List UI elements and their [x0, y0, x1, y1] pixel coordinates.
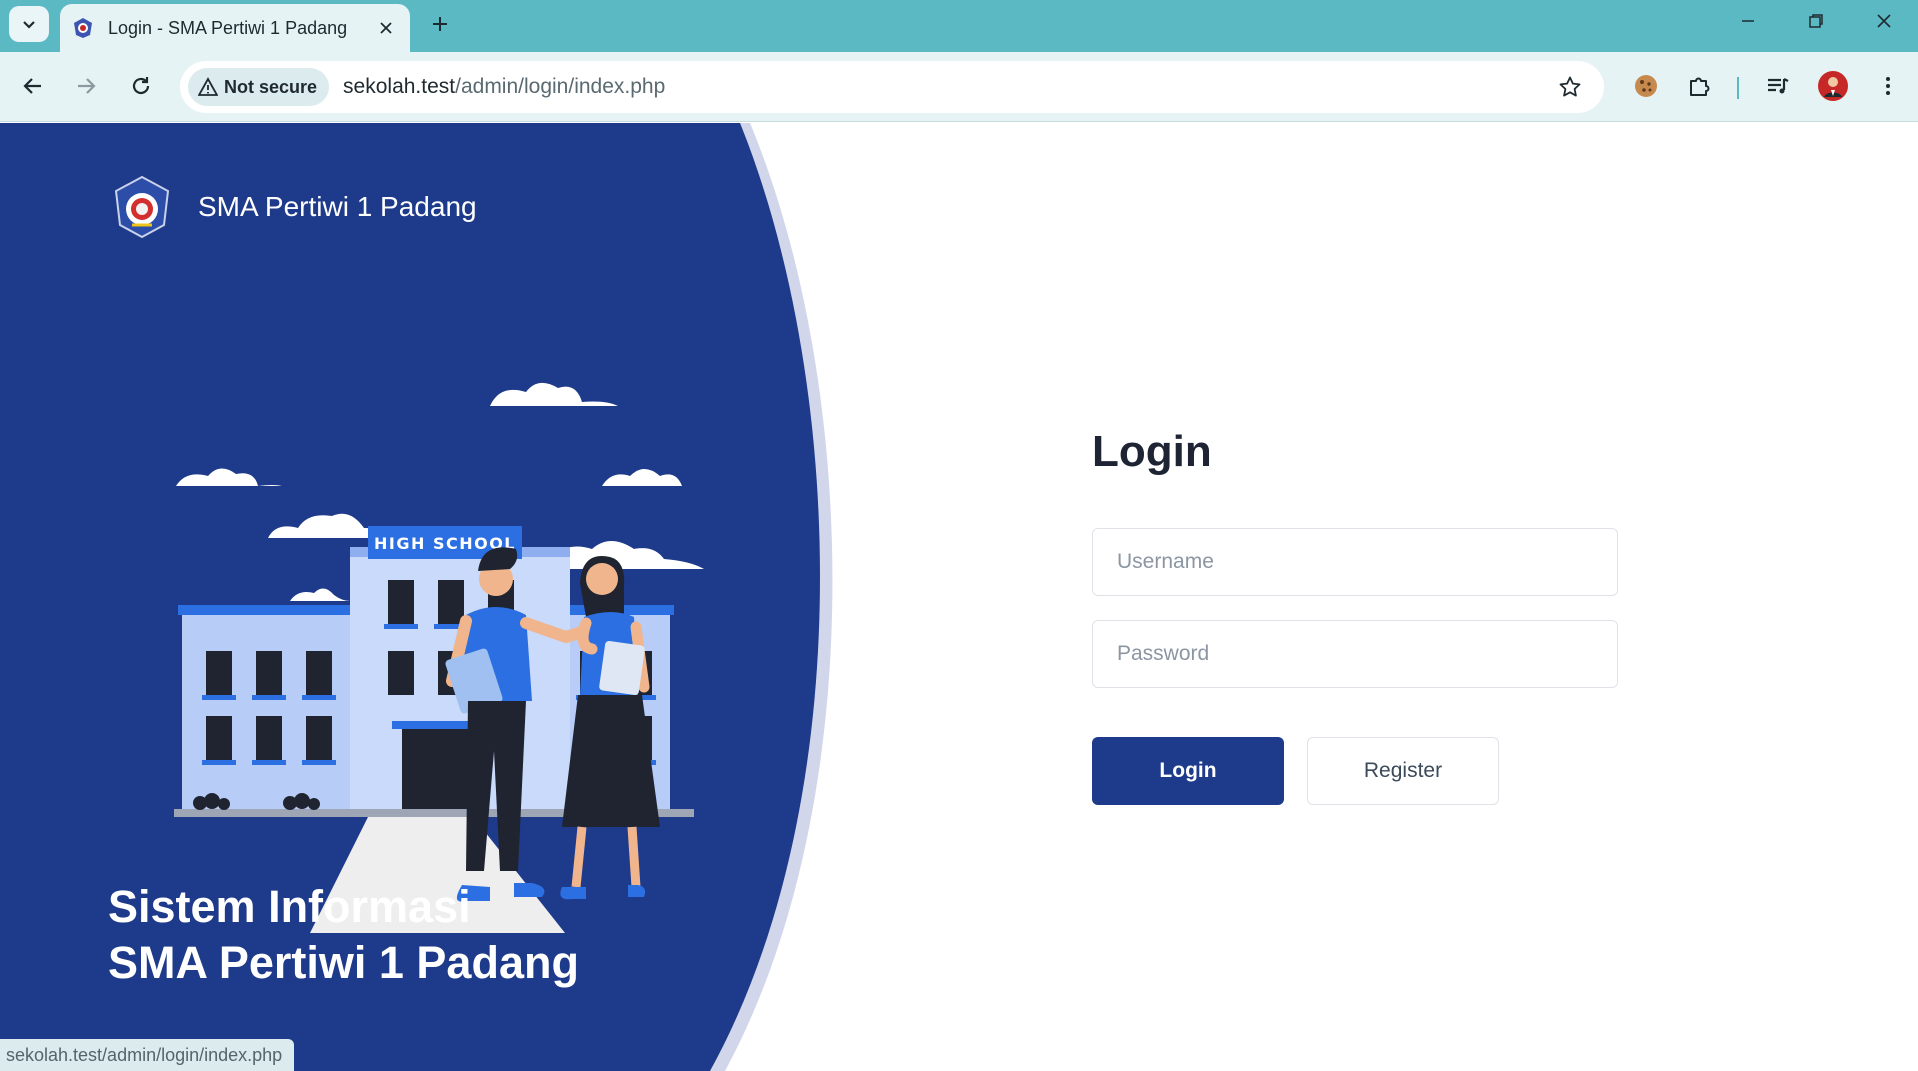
plus-icon — [433, 17, 447, 31]
password-input[interactable] — [1092, 620, 1618, 688]
restore-icon — [1809, 14, 1823, 28]
tab-title: Login - SMA Pertiwi 1 Padang — [108, 17, 348, 38]
url-host: sekolah.test — [343, 75, 456, 98]
minimize-button[interactable] — [1714, 0, 1782, 42]
username-input[interactable] — [1092, 528, 1618, 596]
school-logo-icon — [114, 175, 170, 239]
profile-avatar-button[interactable] — [1813, 66, 1853, 106]
toolbar-separator — [1737, 77, 1739, 99]
close-tab-icon[interactable] — [374, 16, 398, 40]
hero-title-line-2: SMA Pertiwi 1 Padang — [108, 937, 579, 988]
login-button[interactable]: Login — [1092, 737, 1284, 805]
forward-button[interactable] — [65, 65, 107, 107]
avatar — [1818, 71, 1848, 101]
restore-button[interactable] — [1782, 0, 1850, 42]
chevron-down-icon — [23, 21, 35, 29]
warning-icon — [198, 77, 218, 96]
puzzle-icon — [1690, 77, 1710, 96]
browser-toolbar: Not secure sekolah.test/admin/login/inde… — [0, 52, 1918, 122]
address-bar[interactable]: Not secure sekolah.test/admin/login/inde… — [180, 61, 1604, 113]
login-heading: Login — [1092, 427, 1212, 476]
browser-tab-active[interactable]: Login - SMA Pertiwi 1 Padang — [60, 4, 410, 52]
cookie-extension-button[interactable] — [1626, 66, 1666, 106]
star-icon — [1559, 76, 1581, 97]
arrow-right-icon — [78, 78, 96, 94]
media-control-button[interactable] — [1758, 66, 1798, 106]
tab-search-button[interactable] — [9, 6, 49, 42]
arrow-left-icon — [23, 78, 41, 94]
url-path: /admin/login/index.php — [455, 75, 666, 98]
reload-icon — [132, 77, 150, 95]
school-illustration: HIGH SCHOOL — [174, 382, 706, 933]
page-content: SMA Pertiwi 1 Padang HIGH SCHOOL Sistem … — [0, 123, 1918, 1071]
browser-tabstrip: Login - SMA Pertiwi 1 Padang — [0, 0, 1918, 52]
school-logo-favicon-icon — [74, 18, 92, 38]
security-label: Not secure — [224, 76, 318, 97]
back-button[interactable] — [12, 65, 54, 107]
new-tab-button[interactable] — [424, 8, 456, 40]
playlist-music-icon — [1768, 78, 1789, 94]
status-bar-url: sekolah.test/admin/login/index.php — [0, 1039, 295, 1071]
brand-header: SMA Pertiwi 1 Padang — [110, 175, 477, 239]
extensions-button[interactable] — [1680, 66, 1720, 106]
bookmark-star-button[interactable] — [1550, 67, 1590, 107]
reload-button[interactable] — [120, 65, 162, 107]
register-button[interactable]: Register — [1307, 737, 1499, 805]
hero-title-line-1: Sistem Informasi — [108, 881, 471, 932]
cookie-icon — [1635, 75, 1657, 97]
url-text[interactable]: sekolah.test/admin/login/index.php — [343, 75, 1550, 99]
brand-name: SMA Pertiwi 1 Padang — [198, 191, 477, 222]
browser-menu-button[interactable] — [1868, 66, 1908, 106]
security-chip[interactable]: Not secure — [188, 68, 330, 106]
hero-title: Sistem Informasi SMA Pertiwi 1 Padang — [108, 879, 579, 991]
minimize-icon — [1742, 20, 1754, 22]
close-icon — [1877, 14, 1891, 28]
more-vertical-icon — [1886, 77, 1890, 95]
close-window-button[interactable] — [1850, 0, 1918, 42]
